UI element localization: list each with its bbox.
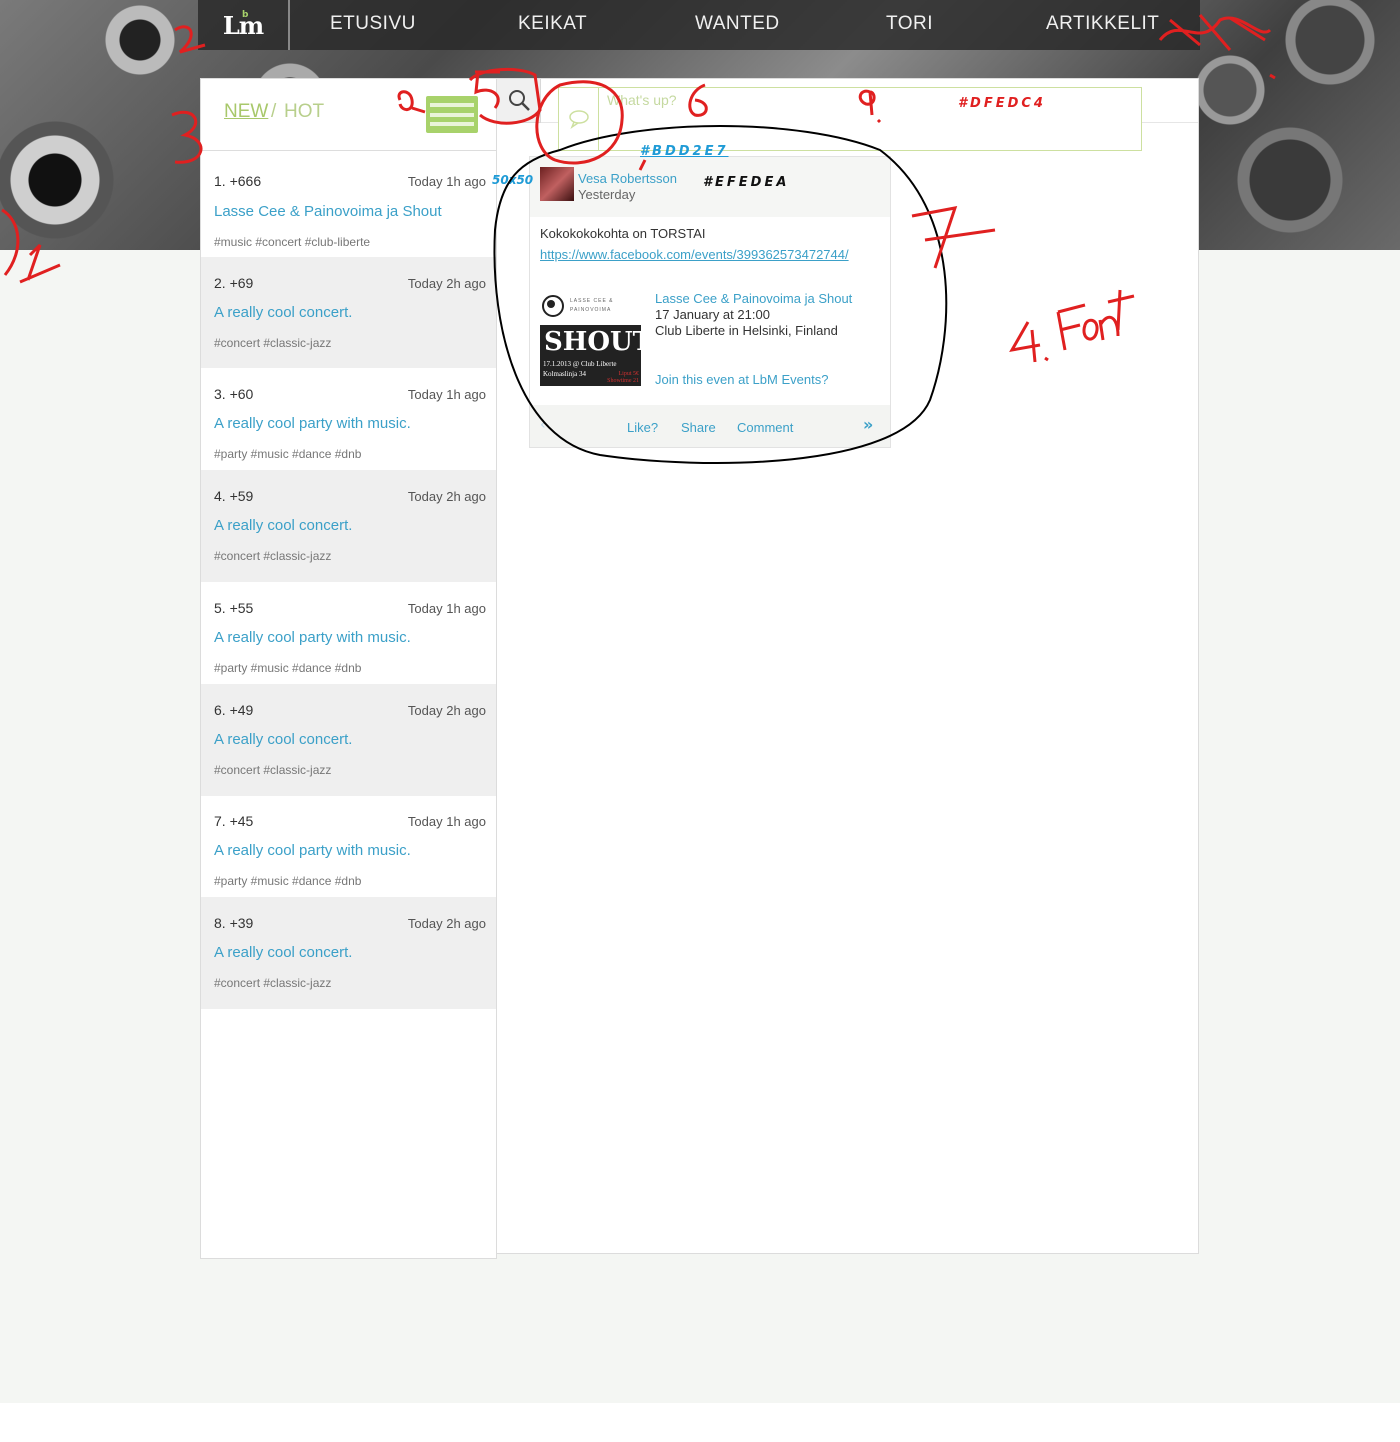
- item-rank: 6. +49: [214, 702, 254, 718]
- item-rank: 1. +666: [214, 173, 262, 189]
- event-title[interactable]: Lasse Cee & Painovoima ja Shout: [655, 291, 852, 306]
- speech-bubble-icon: [568, 110, 589, 129]
- event-place: Club Liberte in Helsinki, Finland: [655, 323, 838, 338]
- event-poster: SHOUT 17.1.2013 @ Club Liberte Kolmaslin…: [540, 325, 652, 386]
- poster-price: Liput 5€: [618, 371, 640, 377]
- item-rank: 8. +39: [214, 915, 254, 931]
- feed-item[interactable]: 3. +60 Today 1h ago A really cool party …: [201, 368, 496, 470]
- menu-bar-icon: [430, 122, 474, 126]
- next-arrow-icon[interactable]: »: [863, 415, 873, 434]
- status-input[interactable]: [607, 92, 1127, 108]
- nav-wanted[interactable]: WANTED: [695, 13, 780, 35]
- menu-bar-icon: [430, 103, 474, 107]
- item-tags: #party #music #dance #dnb: [214, 874, 362, 888]
- item-time: Today 1h ago: [407, 814, 486, 829]
- top-navbar: Lm b ETUSIVU KEIKAT WANTED TORI ARTIKKEL…: [198, 0, 1200, 50]
- item-time: Today 1h ago: [407, 387, 486, 402]
- item-title[interactable]: Lasse Cee & Painovoima ja Shout: [214, 203, 442, 220]
- logo[interactable]: Lm b: [198, 0, 290, 50]
- poster-line1: 17.1.2013 @ Club Liberte: [543, 360, 617, 368]
- item-tags: #music #concert #club-liberte: [214, 235, 371, 249]
- post-link[interactable]: https://www.facebook.com/events/39936257…: [540, 247, 849, 262]
- annotation-color-card: #EFEDEA: [703, 175, 790, 190]
- nav-tori[interactable]: TORI: [886, 13, 933, 35]
- comment-button[interactable]: Comment: [737, 420, 793, 435]
- nav-keikat[interactable]: KEIKAT: [518, 13, 587, 35]
- item-time: Today 1h ago: [407, 601, 486, 616]
- item-title[interactable]: A really cool concert.: [214, 731, 352, 748]
- poster-showtime: Showtime 21: [607, 378, 639, 384]
- compose-icon-box: [559, 88, 599, 150]
- poster-headline: SHOUT: [544, 327, 653, 357]
- item-title[interactable]: A really cool party with music.: [214, 629, 411, 646]
- item-time: Today 2h ago: [407, 489, 486, 504]
- item-title[interactable]: A really cool concert.: [214, 304, 352, 321]
- event-logo-line1: LASSE CEE &: [570, 298, 614, 304]
- search-icon: [509, 90, 530, 111]
- post-text: Kokokokokohta on TORSTAI: [540, 226, 706, 241]
- event-image-logo: LASSE CEE & PAINOVOIMA: [540, 290, 641, 322]
- prev-arrow-icon[interactable]: ‹: [540, 417, 546, 433]
- item-tags: #concert #classic-jazz: [214, 763, 332, 777]
- feed-item[interactable]: 5. +55 Today 1h ago A really cool party …: [201, 582, 496, 684]
- item-time: Today 2h ago: [407, 703, 486, 718]
- feed-item[interactable]: 4. +59 Today 2h ago A really cool concer…: [201, 470, 496, 582]
- compose-box: [558, 87, 1142, 151]
- poster-line2: Kolmaslinja 34: [543, 370, 586, 378]
- event-logo-line2: PAINOVOIMA: [570, 307, 612, 313]
- main-panel: Vesa Robertsson Yesterday Kokokokokohta …: [497, 78, 1199, 1254]
- event-logo-text: LASSE CEE & PAINOVOIMA: [570, 297, 614, 315]
- nav-artikkelit[interactable]: ARTIKKELIT: [1046, 13, 1159, 35]
- item-tags: #party #music #dance #dnb: [214, 661, 362, 675]
- event-date: 17 January at 21:00: [655, 307, 770, 322]
- feed-item[interactable]: 7. +45 Today 1h ago A really cool party …: [201, 796, 496, 897]
- feed-item[interactable]: 2. +69 Today 2h ago A really cool concer…: [201, 257, 496, 368]
- feed-tabs: NEW / HOT: [201, 79, 496, 151]
- event-image[interactable]: LASSE CEE & PAINOVOIMA SHOUT 17.1.2013 @…: [540, 290, 652, 386]
- post-actions: ‹ Like? Share Comment »: [530, 405, 890, 447]
- like-button[interactable]: Like?: [627, 420, 658, 435]
- feed-panel: NEW / HOT 1. +666 Today 1h ago Lasse Cee…: [200, 78, 497, 1259]
- event-join-link[interactable]: Join this even at LbM Events?: [655, 372, 828, 387]
- tab-separator: /: [271, 101, 277, 122]
- menu-button[interactable]: [426, 96, 478, 133]
- item-rank: 5. +55: [214, 600, 254, 616]
- feed-item[interactable]: 1. +666 Today 1h ago Lasse Cee & Painovo…: [201, 152, 496, 257]
- item-time: Today 2h ago: [407, 916, 486, 931]
- item-rank: 3. +60: [214, 386, 254, 402]
- item-rank: 7. +45: [214, 813, 254, 829]
- item-tags: #party #music #dance #dnb: [214, 447, 362, 461]
- item-title[interactable]: A really cool party with music.: [214, 842, 411, 859]
- avatar[interactable]: [540, 167, 574, 201]
- annotation-avatar-size: 50x50: [492, 173, 534, 187]
- event-logo-circle-icon: [542, 295, 564, 317]
- share-button[interactable]: Share: [681, 420, 716, 435]
- logo-superscript: b: [242, 10, 249, 20]
- nav-etusivu[interactable]: ETUSIVU: [330, 13, 416, 35]
- item-time: Today 1h ago: [407, 174, 486, 189]
- footer-strip: [0, 1403, 1400, 1442]
- search-button[interactable]: [497, 79, 541, 123]
- menu-bar-icon: [430, 112, 474, 117]
- item-tags: #concert #classic-jazz: [214, 976, 332, 990]
- item-rank: 2. +69: [214, 275, 254, 291]
- item-rank: 4. +59: [214, 488, 254, 504]
- post-author[interactable]: Vesa Robertsson: [578, 171, 677, 186]
- post-date: Yesterday: [578, 187, 636, 202]
- item-tags: #concert #classic-jazz: [214, 336, 332, 350]
- annotation-color-blue: #BDD2E7: [640, 144, 729, 159]
- tab-new[interactable]: NEW: [224, 101, 268, 123]
- item-title[interactable]: A really cool concert.: [214, 944, 352, 961]
- item-title[interactable]: A really cool concert.: [214, 517, 352, 534]
- feed-item[interactable]: 8. +39 Today 2h ago A really cool concer…: [201, 897, 496, 1009]
- feed-item[interactable]: 6. +49 Today 2h ago A really cool concer…: [201, 684, 496, 796]
- post-card: Vesa Robertsson Yesterday Kokokokokohta …: [529, 156, 891, 448]
- item-tags: #concert #classic-jazz: [214, 549, 332, 563]
- item-title[interactable]: A really cool party with music.: [214, 415, 411, 432]
- annotation-color-compose: #DFEDC4: [958, 96, 1046, 111]
- item-time: Today 2h ago: [407, 276, 486, 291]
- tab-hot[interactable]: HOT: [284, 101, 324, 123]
